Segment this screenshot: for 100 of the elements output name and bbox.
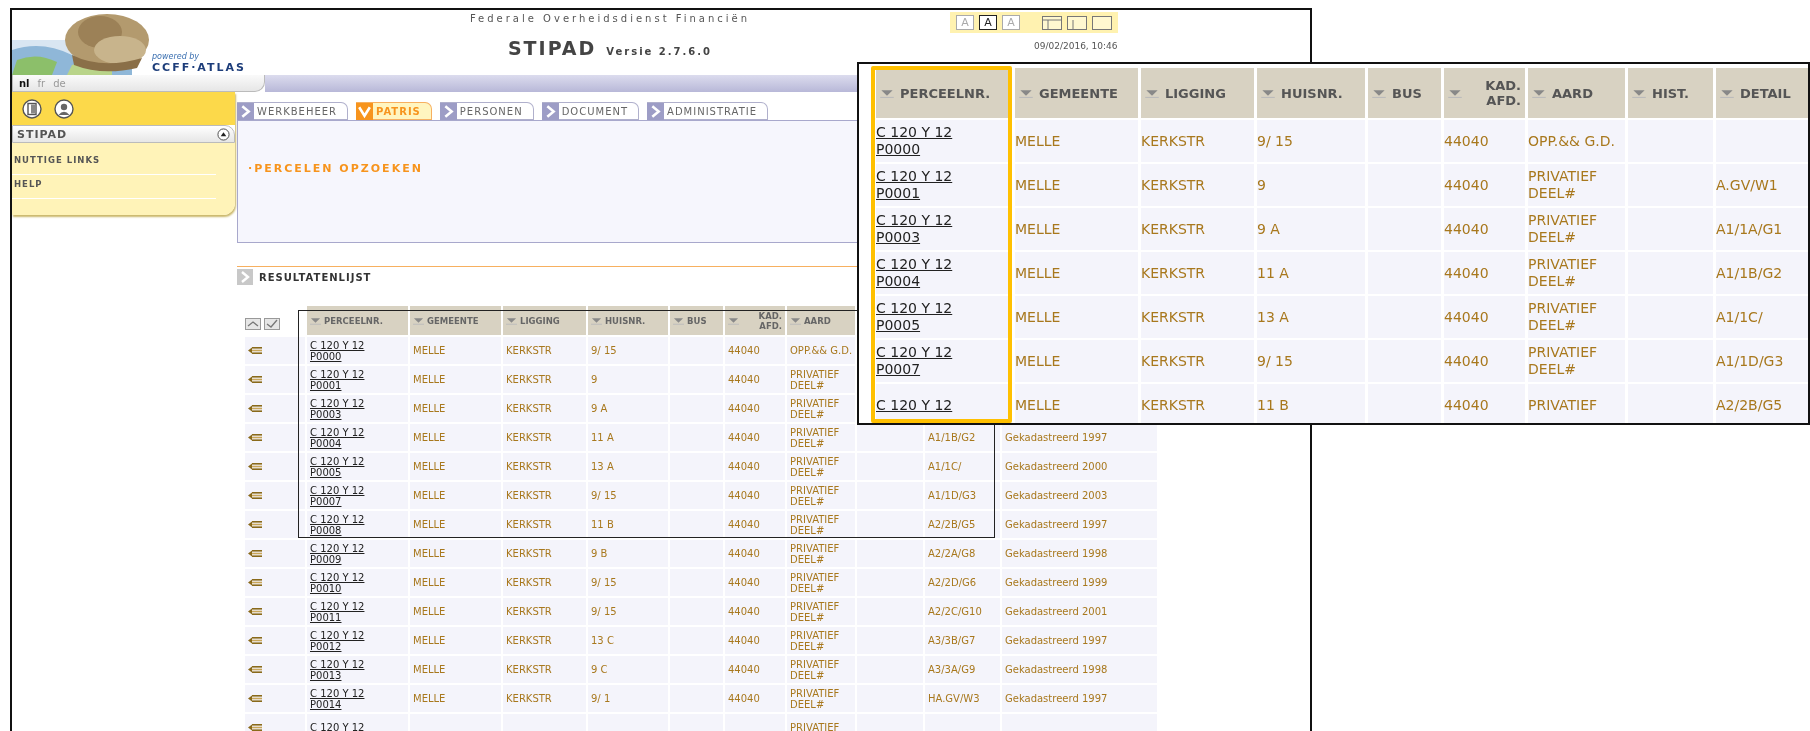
date-time: 09/02/2016, 10:46 bbox=[1034, 41, 1118, 51]
table-cell: 44040 bbox=[728, 490, 760, 501]
column-header[interactable]: AARD bbox=[787, 306, 857, 335]
parcel-link[interactable]: C 120 Y 12 P0004 bbox=[310, 426, 382, 449]
table-cell: 9/ 15 bbox=[591, 577, 617, 588]
row-menu-icon[interactable] bbox=[248, 694, 262, 703]
parcel-link[interactable]: C 120 Y 12 P0000 bbox=[876, 124, 976, 158]
sidebar-link[interactable]: HELP bbox=[12, 175, 216, 199]
column-header[interactable]: BUS bbox=[1368, 68, 1444, 118]
row-menu-icon[interactable] bbox=[248, 665, 262, 674]
table-cell-text: PRIVATIEF DEEL# bbox=[790, 426, 841, 449]
table-cell: 9/ 15 bbox=[1257, 132, 1293, 150]
column-header[interactable]: GEMEENTE bbox=[1015, 68, 1141, 118]
table-cell: KERKSTR bbox=[506, 548, 552, 559]
parcel-link[interactable]: C 120 Y 12 P0008 bbox=[310, 513, 382, 536]
row-menu-icon[interactable] bbox=[248, 375, 262, 384]
language-link[interactable]: nl bbox=[19, 77, 30, 89]
table-cell-text: PRIVATIEF DEEL# bbox=[1528, 168, 1599, 202]
parcel-link[interactable]: C 120 Y 12 P0005 bbox=[876, 300, 976, 334]
parcel-link[interactable]: C 120 Y 12 bbox=[876, 396, 976, 414]
powered-by-label: powered by bbox=[152, 52, 201, 61]
table-cell: MELLE bbox=[413, 345, 446, 356]
sidebar-link[interactable]: NUTTIGE LINKS bbox=[12, 151, 216, 175]
column-header[interactable]: LIGGING bbox=[503, 306, 588, 335]
row-menu-icon[interactable] bbox=[248, 491, 262, 500]
layout-icon[interactable] bbox=[1042, 15, 1062, 30]
parcel-link[interactable]: C 120 Y 12 P0001 bbox=[876, 168, 976, 202]
table-cell: A1/1B/G2 bbox=[1716, 264, 1783, 282]
table-cell: 44040 bbox=[728, 403, 760, 414]
tab[interactable]: WERKBEHEER bbox=[237, 102, 348, 120]
column-header[interactable]: HIST. bbox=[1628, 68, 1716, 118]
layout-icon[interactable] bbox=[1067, 15, 1087, 30]
parcel-link[interactable]: C 120 Y 12 P0009 bbox=[310, 542, 382, 565]
column-header[interactable]: DETAIL bbox=[1716, 68, 1808, 118]
parcel-link[interactable]: C 120 Y 12 P0003 bbox=[876, 212, 976, 246]
row-menu-icon[interactable] bbox=[248, 346, 262, 355]
column-header[interactable]: AARD bbox=[1528, 68, 1628, 118]
row-menu-icon[interactable] bbox=[248, 723, 262, 731]
table-cell: 9 A bbox=[591, 403, 608, 414]
parcel-link[interactable]: C 120 Y 12 P0013 bbox=[310, 658, 382, 681]
row-menu-icon[interactable] bbox=[248, 404, 262, 413]
parcel-link[interactable]: C 120 Y 12 P0005 bbox=[310, 455, 382, 478]
table-cell: MELLE bbox=[413, 461, 446, 472]
table-cell-text: PRIVATIEF DEEL# bbox=[1528, 344, 1599, 378]
tab[interactable]: DOCUMENT bbox=[541, 102, 640, 120]
row-menu-icon[interactable] bbox=[248, 462, 262, 471]
parcel-link[interactable]: C 120 Y 12 P0004 bbox=[876, 256, 976, 290]
caret-icon bbox=[790, 316, 801, 325]
table-cell: Gekadastreerd 1998 bbox=[1005, 664, 1108, 675]
parcel-link[interactable]: C 120 Y 12 P0001 bbox=[310, 368, 382, 391]
column-header[interactable]: KAD. AFD. bbox=[1444, 68, 1528, 118]
table-cell: KERKSTR bbox=[1141, 352, 1206, 370]
table-cell: OPP.&& G.D. bbox=[790, 345, 853, 356]
table-cell: A1/1C/ bbox=[928, 461, 962, 472]
column-header[interactable]: PERCEELNR. bbox=[307, 306, 410, 335]
table-cell: 44040 bbox=[728, 461, 760, 472]
row-menu-icon[interactable] bbox=[248, 520, 262, 529]
table-cell: KERKSTR bbox=[506, 432, 552, 443]
parcel-link[interactable]: C 120 Y 12 P0012 bbox=[310, 629, 382, 652]
tab[interactable]: PERSONEN bbox=[439, 102, 534, 120]
parcel-link[interactable]: C 120 Y 12 P0011 bbox=[310, 600, 382, 623]
export-icon[interactable] bbox=[245, 317, 261, 330]
font-size-button[interactable]: A bbox=[979, 15, 997, 30]
column-header[interactable]: HUISNR. bbox=[588, 306, 670, 335]
parcel-link[interactable]: C 120 Y 12 P0007 bbox=[876, 344, 976, 378]
parcel-link[interactable]: C 120 Y 12 bbox=[310, 722, 382, 731]
user-icon[interactable] bbox=[54, 98, 74, 119]
parcel-link[interactable]: C 120 Y 12 P0014 bbox=[310, 687, 382, 710]
checkbox-icon[interactable] bbox=[264, 317, 280, 330]
row-menu-icon[interactable] bbox=[248, 433, 262, 442]
caret-icon bbox=[1632, 88, 1646, 98]
table-cell-text: PRIVATIEF DEEL# bbox=[790, 629, 841, 652]
column-header[interactable]: LIGGING bbox=[1141, 68, 1257, 118]
table-cell-text: PRIVATIEF DEEL# bbox=[790, 368, 841, 391]
parcel-link[interactable]: C 120 Y 12 P0010 bbox=[310, 571, 382, 594]
parcel-link[interactable]: C 120 Y 12 P0003 bbox=[310, 397, 382, 420]
table-cell: 44040 bbox=[728, 432, 760, 443]
row-menu-icon[interactable] bbox=[248, 636, 262, 645]
table-cell: KERKSTR bbox=[506, 577, 552, 588]
table-cell: 44040 bbox=[728, 606, 760, 617]
table-cell: Gekadastreerd 1998 bbox=[1005, 548, 1108, 559]
column-header[interactable]: HUISNR. bbox=[1257, 68, 1368, 118]
table-cell: 11 A bbox=[1257, 264, 1289, 282]
table-cell: 44040 bbox=[728, 577, 760, 588]
table-cell: A2/2B/G5 bbox=[1716, 396, 1783, 414]
column-header[interactable]: GEMEENTE bbox=[410, 306, 503, 335]
parcel-link[interactable]: C 120 Y 12 P0007 bbox=[310, 484, 382, 507]
layout-icon[interactable] bbox=[1092, 15, 1112, 30]
column-header[interactable]: KAD. AFD. bbox=[725, 306, 787, 335]
caret-icon bbox=[1448, 88, 1462, 98]
collapse-icon[interactable] bbox=[217, 127, 230, 141]
row-menu-icon[interactable] bbox=[248, 549, 262, 558]
door-icon[interactable] bbox=[22, 98, 42, 119]
row-menu-icon[interactable] bbox=[248, 607, 262, 616]
table-cell: A2/2B/G5 bbox=[928, 519, 976, 530]
column-header[interactable]: BUS bbox=[670, 306, 725, 335]
table-cell-text: PRIVATIEF DEEL# bbox=[790, 397, 841, 420]
parcel-link[interactable]: C 120 Y 12 P0000 bbox=[310, 339, 382, 362]
tab[interactable]: ADMINISTRATIE bbox=[647, 102, 769, 120]
row-menu-icon[interactable] bbox=[248, 578, 262, 587]
